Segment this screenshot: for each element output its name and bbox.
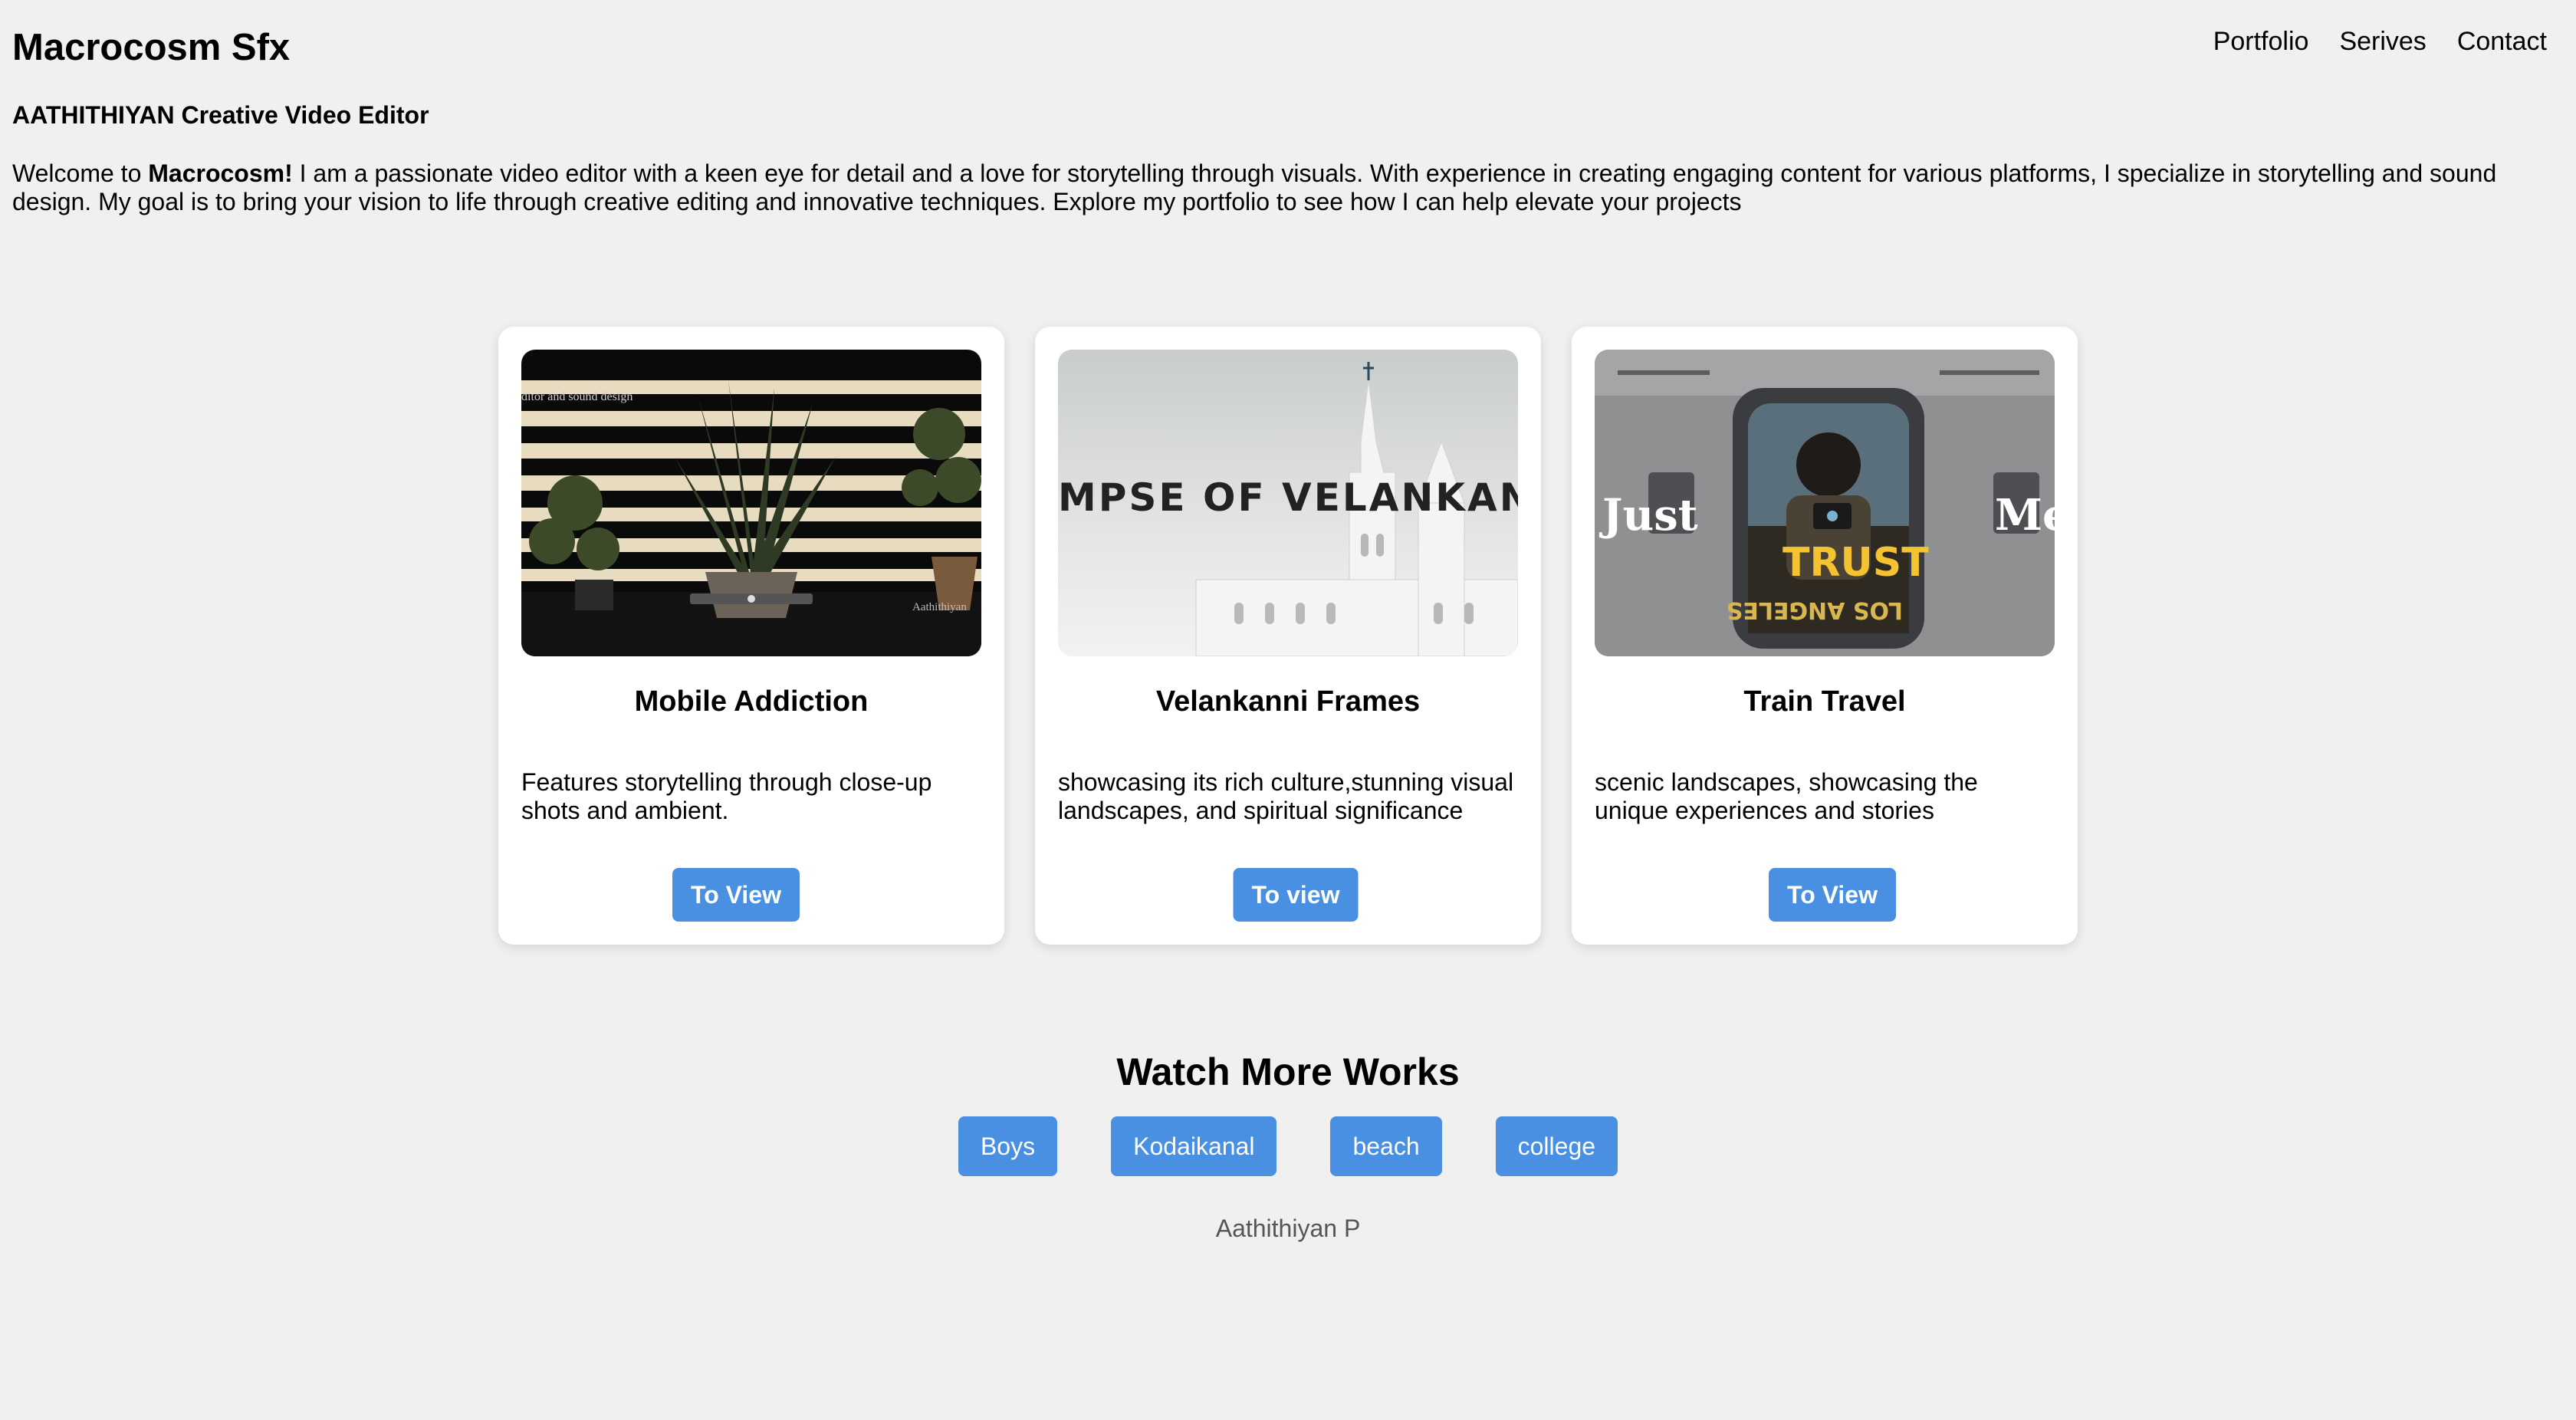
thumb-word-just: Just — [1598, 490, 1698, 541]
mobile-addiction-thumbnail-image: ditor and sound design Aathithiyan — [521, 350, 981, 656]
portfolio-card-train-travel: Just Me TRUST LOS ANGELES Train Travel s… — [1572, 327, 2078, 945]
train-travel-thumbnail-image: Just Me TRUST LOS ANGELES — [1595, 350, 2055, 656]
site-title: Macrocosm Sfx — [12, 27, 291, 68]
to-view-button-mobile-addiction[interactable]: To View — [672, 868, 800, 922]
thumb-overlay-title: MPSE OF VELANKANNI — [1058, 475, 1518, 520]
card-title: Mobile Addiction — [634, 685, 869, 718]
thumb-signature: Aathithiyan — [912, 601, 967, 613]
intro-brand: Macrocosm! — [148, 159, 293, 187]
card-description: showcasing its rich culture,stunning vis… — [1058, 768, 1514, 824]
card-description: scenic landscapes, showcasing the unique… — [1595, 768, 1978, 824]
video-thumbnail-velankanni-frames[interactable]: MPSE OF VELANKANNI — [1058, 350, 1518, 656]
to-view-button-train-travel[interactable]: To View — [1769, 868, 1896, 922]
more-works-buttons: Boys Kodaikanal beach college — [0, 1116, 2576, 1176]
card-title: Velankanni Frames — [1155, 685, 1421, 718]
video-thumbnail-mobile-addiction[interactable]: ditor and sound design Aathithiyan — [521, 350, 981, 656]
intro-prefix: Welcome to — [12, 159, 149, 187]
card-description: Features storytelling through close-up s… — [521, 768, 932, 824]
thumb-word-me: Me — [1995, 490, 2055, 541]
footer-credit: Aathithiyan P — [1215, 1215, 1361, 1242]
watch-more-works-heading: Watch More Works — [1116, 1050, 1460, 1093]
thumb-caption: ditor and sound design — [521, 390, 632, 403]
intro-text: I am a passionate video editor with a ke… — [12, 159, 2497, 215]
velankanni-thumbnail-image: MPSE OF VELANKANNI — [1058, 350, 1518, 656]
nav-link-portfolio[interactable]: Portfolio — [2213, 23, 2309, 60]
portfolio-card-velankanni-frames: MPSE OF VELANKANNI Velankanni Frames sho… — [1035, 327, 1541, 945]
main-nav: Portfolio Serives Contact — [2213, 23, 2547, 60]
work-button-kodaikanal[interactable]: Kodaikanal — [1111, 1116, 1277, 1176]
nav-link-services[interactable]: Serives — [2339, 23, 2426, 60]
intro-paragraph: Welcome to Macrocosm! I am a passionate … — [12, 159, 2542, 216]
video-thumbnail-train-travel[interactable]: Just Me TRUST LOS ANGELES — [1595, 350, 2055, 656]
card-title: Train Travel — [1743, 685, 1906, 718]
page-subtitle: AATHITHIYAN Creative Video Editor — [12, 101, 429, 129]
to-view-button-velankanni[interactable]: To view — [1233, 868, 1359, 922]
work-button-college[interactable]: college — [1495, 1116, 1618, 1176]
portfolio-cards: ditor and sound design Aathithiyan Mobil… — [498, 327, 2078, 945]
portfolio-card-mobile-addiction: ditor and sound design Aathithiyan Mobil… — [498, 327, 1004, 945]
work-button-beach[interactable]: beach — [1330, 1116, 1442, 1176]
thumb-word-trust: TRUST — [1783, 540, 1929, 586]
nav-link-contact[interactable]: Contact — [2457, 23, 2547, 60]
thumb-shirt-print: LOS ANGELES — [1727, 597, 1903, 623]
work-button-boys[interactable]: Boys — [958, 1116, 1058, 1176]
